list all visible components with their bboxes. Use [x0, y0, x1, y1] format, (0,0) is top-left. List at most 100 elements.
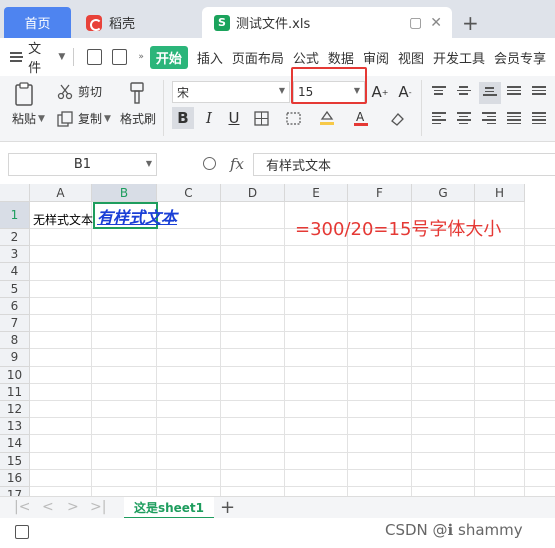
column-header-g[interactable]: G: [412, 184, 475, 202]
save-icon[interactable]: [87, 49, 103, 65]
menu-start[interactable]: 开始: [149, 45, 188, 69]
align-top-icon[interactable]: [432, 86, 446, 98]
copy-button[interactable]: 复制 ▼: [57, 110, 111, 127]
row-header-1[interactable]: 1: [0, 202, 30, 229]
menu-page-layout[interactable]: 页面布局: [232, 48, 284, 67]
sheet-tab-active[interactable]: 这是sheet1: [124, 497, 214, 519]
row-header-7[interactable]: 7: [0, 315, 30, 333]
first-sheet-icon[interactable]: |<: [14, 499, 30, 515]
spreadsheet-icon: S: [214, 14, 230, 31]
font-color-icon[interactable]: A: [350, 107, 372, 129]
last-sheet-icon[interactable]: >|: [90, 499, 106, 515]
underline-button[interactable]: U: [223, 107, 245, 129]
align-left-icon[interactable]: [432, 112, 446, 124]
more-icon[interactable]: »: [138, 52, 144, 62]
hamburger-icon[interactable]: [10, 52, 24, 62]
row-header-11[interactable]: 11: [0, 383, 30, 401]
menu-view[interactable]: 视图: [398, 48, 424, 67]
column-header-c[interactable]: C: [157, 184, 221, 202]
formula-bar: B1 ▼ fx 有样式文本: [0, 142, 555, 184]
add-sheet-button[interactable]: +: [220, 497, 235, 518]
function-icon[interactable]: fx: [230, 155, 244, 173]
status-bar: CSDN @ℹ shammy: [0, 518, 555, 548]
spreadsheet-grid[interactable]: A B C D E F G H 1 2 3 4 5 6 7 8 9 10 11 12 13 14 15 16 17 无样式文本 有样…: [0, 184, 555, 496]
cell-b1[interactable]: 有样式文本: [97, 204, 177, 228]
decrease-font-icon[interactable]: A-: [394, 81, 416, 103]
clear-format-icon[interactable]: [386, 107, 408, 129]
new-tab-button[interactable]: +: [462, 11, 479, 35]
menu-data[interactable]: 数据: [328, 48, 354, 67]
tab-document[interactable]: S 测试文件.xls ▢ ✕: [202, 7, 452, 38]
divider: [163, 80, 164, 136]
macro-icon[interactable]: [15, 525, 29, 539]
row-header-17[interactable]: 17: [0, 487, 30, 496]
row-header-15[interactable]: 15: [0, 452, 30, 470]
title-tab-bar: 首页 稻壳 S 测试文件.xls ▢ ✕ +: [0, 0, 555, 38]
row-header-12[interactable]: 12: [0, 401, 30, 419]
tab-daoke[interactable]: 稻壳: [76, 7, 196, 38]
align-right-icon[interactable]: [482, 112, 496, 124]
grid-line: [30, 262, 555, 264]
menu-formula[interactable]: 公式: [293, 48, 319, 67]
prev-sheet-icon[interactable]: <: [42, 499, 54, 515]
font-name-select[interactable]: 宋 ▼: [172, 81, 290, 103]
export-icon[interactable]: [112, 49, 128, 65]
paste-label[interactable]: 粘贴 ▼: [12, 110, 45, 127]
increase-font-icon[interactable]: A +: [369, 81, 391, 103]
row-header-16[interactable]: 16: [0, 469, 30, 487]
column-header-e[interactable]: E: [285, 184, 348, 202]
close-icon[interactable]: ✕: [430, 15, 442, 31]
row-header-4[interactable]: 4: [0, 263, 30, 281]
row-header-3[interactable]: 3: [0, 246, 30, 264]
file-menu[interactable]: 文件: [28, 38, 52, 76]
menu-member[interactable]: 会员专享: [494, 48, 546, 67]
column-header-d[interactable]: D: [221, 184, 285, 202]
fill-color-icon[interactable]: [316, 107, 338, 129]
svg-text:A: A: [356, 110, 365, 124]
next-sheet-icon[interactable]: >: [67, 499, 79, 515]
grid-line: [30, 314, 555, 315]
tab-home-label: 首页: [24, 17, 51, 32]
row-header-5[interactable]: 5: [0, 280, 30, 298]
align-bottom-icon[interactable]: [479, 82, 501, 104]
row-header-8[interactable]: 8: [0, 332, 30, 350]
indent-increase-icon[interactable]: [532, 86, 546, 98]
column-header-b[interactable]: B: [92, 184, 157, 202]
distribute-icon[interactable]: [532, 112, 546, 124]
row-header-2[interactable]: 2: [0, 229, 30, 247]
grid-line: [30, 400, 555, 401]
bold-button[interactable]: B: [172, 107, 194, 129]
menu-insert[interactable]: 插入: [197, 48, 223, 67]
indent-decrease-icon[interactable]: [507, 86, 521, 98]
menu-developer[interactable]: 开发工具: [433, 48, 485, 67]
column-header-h[interactable]: H: [475, 184, 525, 202]
row-header-14[interactable]: 14: [0, 435, 30, 453]
row-header-6[interactable]: 6: [0, 297, 30, 315]
row-header-13[interactable]: 13: [0, 418, 30, 436]
zoom-icon[interactable]: [203, 157, 216, 170]
paste-button[interactable]: [13, 81, 43, 107]
align-justify-icon[interactable]: [507, 112, 521, 124]
border-icon[interactable]: [250, 107, 272, 129]
cell-reference: B1: [73, 157, 92, 172]
row-header-10[interactable]: 10: [0, 366, 30, 384]
fill-style-icon[interactable]: [283, 107, 305, 129]
name-box[interactable]: B1 ▼: [8, 153, 157, 176]
menu-review[interactable]: 审阅: [363, 48, 389, 67]
align-middle-icon[interactable]: [457, 86, 471, 98]
cut-button[interactable]: 剪切: [57, 83, 102, 100]
grid-line: [30, 417, 555, 419]
tab-home[interactable]: 首页: [4, 7, 71, 38]
align-center-icon[interactable]: [457, 112, 471, 124]
select-all-corner[interactable]: [0, 184, 30, 202]
format-painter-button[interactable]: [127, 81, 147, 107]
row-header-9[interactable]: 9: [0, 349, 30, 367]
grid-line: [30, 279, 555, 281]
cell-a1[interactable]: 无样式文本: [33, 211, 93, 228]
column-header-a[interactable]: A: [30, 184, 92, 202]
formula-input[interactable]: 有样式文本: [253, 153, 555, 176]
chevron-down-icon[interactable]: ▼: [58, 52, 65, 62]
column-header-f[interactable]: F: [348, 184, 412, 202]
monitor-icon[interactable]: ▢: [409, 15, 422, 31]
italic-button[interactable]: I: [198, 107, 220, 129]
